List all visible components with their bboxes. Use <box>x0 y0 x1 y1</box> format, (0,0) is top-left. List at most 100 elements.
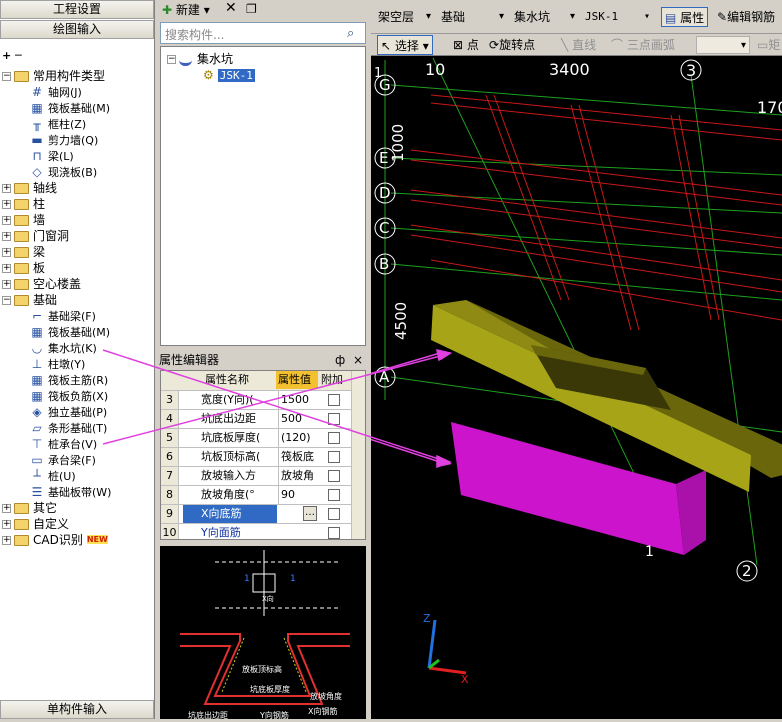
expand-icon[interactable]: + <box>2 248 11 257</box>
floor-select[interactable]: 架空层 <box>374 8 434 26</box>
tree-item[interactable]: ▦ 筏板基础(M) <box>30 324 110 340</box>
property-row[interactable]: 7 放坡输入方 放坡角 <box>161 467 365 486</box>
tree-item[interactable]: ╥ 框柱(Z) <box>30 116 86 132</box>
axis-label-1: 1 <box>645 544 654 560</box>
viewport-3d[interactable]: Z X <box>371 0 782 719</box>
tree-folder[interactable]: + 墙 <box>2 212 45 228</box>
tree-folder[interactable]: − 基础 <box>2 292 57 308</box>
tree-folder[interactable]: + 梁 <box>2 244 45 260</box>
single-component-input-button[interactable]: 单构件输入 <box>0 700 154 719</box>
property-name: 放坡角度(° <box>201 488 255 501</box>
pin-icon[interactable]: ф <box>335 352 345 368</box>
property-row[interactable]: 9 X向底筋… <box>161 505 365 524</box>
rotate-point-button[interactable]: ⟳旋转点 <box>489 35 535 55</box>
tree-folder[interactable]: − 常用构件类型 <box>2 68 105 84</box>
property-value[interactable]: 1500 <box>278 391 318 409</box>
property-row[interactable]: 8 放坡角度(° 90 <box>161 486 365 505</box>
expand-icon[interactable]: + <box>2 232 11 241</box>
copy-icon[interactable]: ❐ <box>246 2 257 16</box>
new-button[interactable]: ✚ 新建 ▾ <box>162 2 210 18</box>
tree-item[interactable]: ⊓ 梁(L) <box>30 148 74 164</box>
property-value[interactable]: 500 <box>278 410 318 428</box>
collapse-icon[interactable]: − <box>2 72 11 81</box>
component-tree-item-jsk1[interactable]: ⚙ JSK-1 <box>203 67 255 83</box>
property-label: 属性 <box>680 11 705 25</box>
attach-checkbox[interactable] <box>328 527 340 539</box>
expand-icon[interactable]: + <box>2 184 11 193</box>
search-icon[interactable]: ⌕ <box>347 26 354 41</box>
expand-icon[interactable]: + <box>2 504 11 513</box>
type-select[interactable]: 集水坑 <box>510 8 578 26</box>
tree-item[interactable]: ▦ 筏板负筋(X) <box>30 388 108 404</box>
tree-folder[interactable]: + 板 <box>2 260 45 276</box>
attach-checkbox[interactable] <box>328 451 340 463</box>
select-button[interactable]: ↖ 选择 ▾ <box>377 35 433 55</box>
pencil-icon: ✎ <box>717 10 728 24</box>
property-row[interactable]: 6 坑板顶标高(筏板底 <box>161 448 365 467</box>
tree-item[interactable]: ▦ 筏板主筋(R) <box>30 372 108 388</box>
expand-icon[interactable]: + <box>2 216 11 225</box>
tree-folder[interactable]: + 其它 <box>2 500 57 516</box>
property-row[interactable]: 10 Y向面筋 <box>161 524 365 539</box>
edit-rebar-button[interactable]: ✎编辑钢筋 <box>717 7 775 27</box>
tree-folder[interactable]: + 自定义 <box>2 516 69 532</box>
ellipsis-button[interactable]: … <box>303 506 317 521</box>
rect-button[interactable]: ▭矩 <box>757 35 780 55</box>
cap-beam-icon: ▭ <box>31 453 43 467</box>
tree-item-label: 梁(L) <box>48 150 74 163</box>
property-value[interactable]: 放坡角 <box>278 467 318 485</box>
attach-checkbox[interactable] <box>328 413 340 425</box>
tree-item[interactable]: ▬ 剪力墙(Q) <box>30 132 98 148</box>
draw-option-select[interactable] <box>696 36 750 55</box>
point-button[interactable]: ⊠ 点 <box>453 35 479 55</box>
tree-folder[interactable]: + 柱 <box>2 196 45 212</box>
tree-item[interactable]: ◡ 集水坑(K) <box>30 340 97 356</box>
tree-item[interactable]: ▱ 条形基础(T) <box>30 420 107 436</box>
drawing-input-button[interactable]: 绘图输入 <box>0 20 154 39</box>
attach-checkbox[interactable] <box>328 489 340 501</box>
property-value[interactable]: 筏板底 <box>278 448 318 466</box>
attach-checkbox[interactable] <box>328 432 340 444</box>
expand-icon[interactable]: + <box>2 536 11 545</box>
project-settings-button[interactable]: 工程设置 <box>0 0 154 19</box>
property-name: 坑底板厚度( <box>201 431 261 444</box>
property-name: Y向面筋 <box>201 526 241 539</box>
component-search-input[interactable]: 搜索构件... <box>160 22 366 44</box>
tree-folder[interactable]: + 轴线 <box>2 180 57 196</box>
property-row[interactable]: 5 坑底板厚度((120) <box>161 429 365 448</box>
attach-checkbox[interactable] <box>328 470 340 482</box>
tree-item[interactable]: ⌐ 基础梁(F) <box>30 308 96 324</box>
attach-checkbox[interactable] <box>328 508 340 520</box>
tree-folder[interactable]: + CAD识别 NEW <box>2 532 108 548</box>
tree-folder[interactable]: + 门窗洞 <box>2 228 69 244</box>
tree-item[interactable]: ◇ 现浇板(B) <box>30 164 97 180</box>
expand-icon[interactable]: + <box>2 520 11 529</box>
property-button[interactable]: ▤ 属性 <box>661 7 709 27</box>
property-scrollbar[interactable] <box>351 371 365 539</box>
property-value[interactable]: (120) <box>278 429 318 447</box>
line-button[interactable]: ╲ 直线 <box>561 35 596 55</box>
property-row[interactable]: 4 坑底出边距 500 <box>161 410 365 429</box>
tree-item[interactable]: ▭ 承台梁(F) <box>30 452 96 468</box>
collapse-icon[interactable]: − <box>2 296 11 305</box>
arc-button[interactable]: ⌒ 三点画弧 <box>611 35 675 55</box>
attach-checkbox[interactable] <box>328 394 340 406</box>
component-select[interactable]: JSK-1 <box>581 8 653 26</box>
delete-icon[interactable]: ✕ <box>225 0 237 16</box>
tree-item[interactable]: ┴ 桩(U) <box>30 468 75 484</box>
component-tree-root[interactable]: − 集水坑 <box>167 51 233 67</box>
expand-icon[interactable]: + <box>2 264 11 273</box>
tree-folder[interactable]: + 空心楼盖 <box>2 276 81 292</box>
tree-item[interactable]: ⊥ 柱墩(Y) <box>30 356 86 372</box>
tree-item[interactable]: # 轴网(J) <box>30 84 82 100</box>
tree-item[interactable]: ⊤ 桩承台(V) <box>30 436 97 452</box>
tree-item[interactable]: ▦ 筏板基础(M) <box>30 100 110 116</box>
property-value[interactable]: 90 <box>278 486 318 504</box>
close-icon[interactable]: × <box>353 352 363 368</box>
expand-icon[interactable]: + <box>2 280 11 289</box>
tree-item[interactable]: ☰ 基础板带(W) <box>30 484 112 500</box>
property-row[interactable]: 3 宽度(Y向)(1500 <box>161 391 365 410</box>
expand-icon[interactable]: + <box>2 200 11 209</box>
category-select[interactable]: 基础 <box>437 8 507 26</box>
tree-item[interactable]: ◈ 独立基础(P) <box>30 404 107 420</box>
